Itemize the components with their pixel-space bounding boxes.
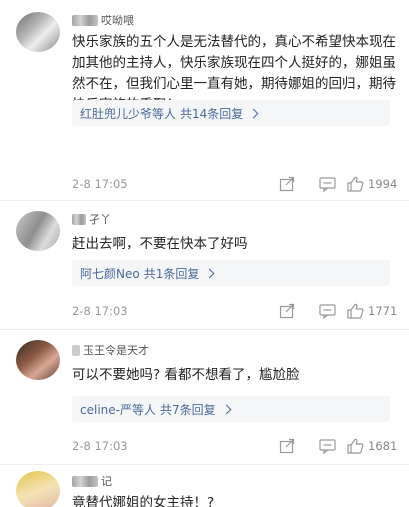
comment-icon[interactable]: [307, 436, 347, 456]
like-button[interactable]: 1994: [347, 176, 401, 192]
username: 哎呦喂: [101, 14, 134, 27]
avatar[interactable]: [16, 211, 60, 251]
reply-count: 共1条回复: [143, 266, 200, 281]
avatar[interactable]: [16, 340, 60, 380]
chevron-right-icon: [204, 268, 215, 278]
thumbs-up-icon: [347, 176, 364, 192]
thumbs-up-icon: [347, 438, 364, 454]
comment-meta: 2-8 17:03 1681: [72, 436, 401, 456]
blurred-name: [72, 475, 98, 487]
username: 玉王令是天才: [83, 344, 149, 357]
avatar[interactable]: [16, 12, 60, 52]
share-icon[interactable]: [267, 436, 307, 456]
like-button[interactable]: 1771: [347, 303, 401, 319]
username-row[interactable]: 孑丫: [72, 211, 111, 227]
comment-text: 赶出去啊，不要在快本了好吗: [72, 236, 248, 252]
blurred-name: [72, 213, 86, 225]
like-button[interactable]: 1681: [347, 438, 401, 454]
reply-summary[interactable]: 阿七颜Neo 共1条回复: [72, 260, 390, 286]
chevron-right-icon: [221, 404, 232, 414]
reply-count: 共7条回复: [159, 402, 216, 417]
username-row[interactable]: 记: [72, 473, 112, 489]
reply-authors: celine-严等人: [80, 402, 156, 417]
blurred-name: [72, 14, 98, 26]
comment-time: 2-8 17:05: [72, 177, 128, 191]
comment-item: 孑丫 赶出去啊，不要在快本了好吗 阿七颜Neo 共1条回复 2-8 17:03 …: [0, 201, 409, 330]
comment-time: 2-8 17:03: [72, 304, 128, 318]
comment-text: 竟替代娜姐的女主持！?: [72, 495, 215, 507]
username: 记: [101, 475, 112, 488]
reply-authors: 红肚兜儿少爷等人: [80, 106, 177, 121]
username-row[interactable]: 玉王令是天才: [72, 342, 149, 358]
share-icon[interactable]: [267, 301, 307, 321]
username-row[interactable]: 哎呦喂: [72, 12, 134, 28]
comment-item: 玉王令是天才 可以不要她吗? 看都不想看了，尴尬脸 celine-严等人 共7条…: [0, 330, 409, 465]
avatar[interactable]: [16, 471, 60, 507]
reply-count: 共14条回复: [180, 106, 244, 121]
share-icon[interactable]: [267, 174, 307, 194]
comment-meta: 2-8 17:03 1771: [72, 301, 401, 321]
reply-summary[interactable]: celine-严等人 共7条回复: [72, 396, 390, 422]
comment-item: 记 竟替代娜姐的女主持！?: [0, 465, 409, 507]
comment-time: 2-8 17:03: [72, 439, 128, 453]
reply-authors: 阿七颜Neo: [80, 266, 140, 281]
chevron-right-icon: [248, 108, 259, 118]
like-count: 1771: [368, 304, 398, 318]
reply-summary[interactable]: 红肚兜儿少爷等人 共14条回复: [72, 100, 390, 126]
blurred-name: [72, 344, 80, 356]
comment-item: 哎呦喂 快乐家族的五个人是无法替代的，真心不希望快本现在加其他的主持人，快乐家族…: [0, 0, 409, 201]
comment-meta: 2-8 17:05 1994: [72, 174, 401, 194]
comment-feed: 哎呦喂 快乐家族的五个人是无法替代的，真心不希望快本现在加其他的主持人，快乐家族…: [0, 0, 409, 507]
thumbs-up-icon: [347, 303, 364, 319]
like-count: 1681: [368, 439, 398, 453]
comment-text: 可以不要她吗? 看都不想看了，尴尬脸: [72, 367, 300, 383]
like-count: 1994: [368, 177, 398, 191]
username: 孑丫: [89, 213, 111, 226]
comment-icon[interactable]: [307, 174, 347, 194]
comment-icon[interactable]: [307, 301, 347, 321]
